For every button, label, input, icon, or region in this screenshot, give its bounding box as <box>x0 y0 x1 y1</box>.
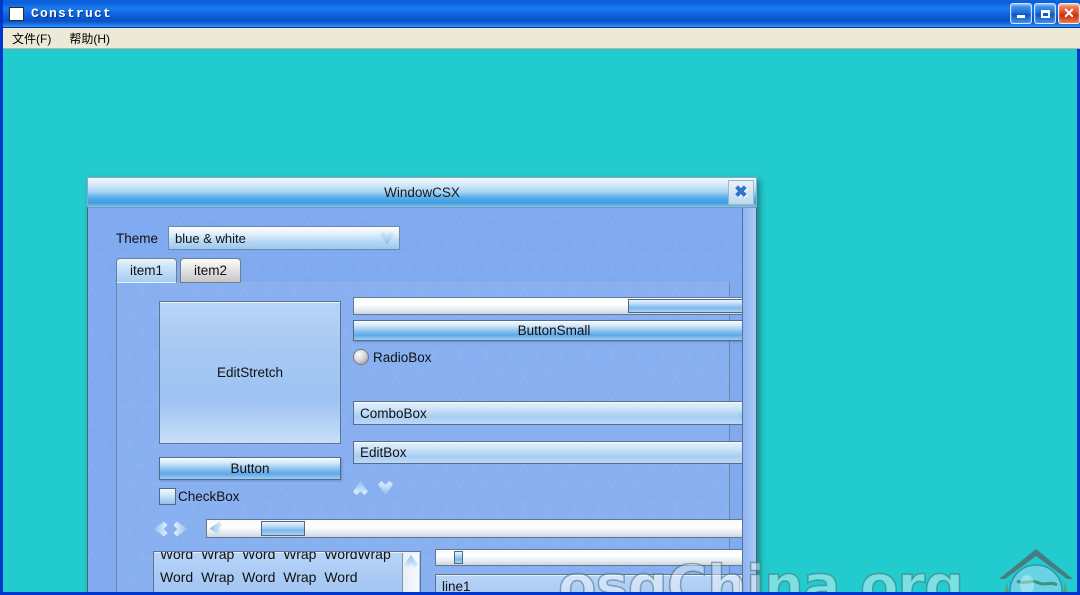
menu-item-help[interactable]: 帮助(H) <box>60 28 119 49</box>
checkbox-row[interactable]: CheckBox <box>159 488 240 505</box>
button-small[interactable]: ButtonSmall <box>353 320 755 341</box>
listbox[interactable]: line1 line2 line3 <box>435 574 756 592</box>
wordwrap-vertical-scrollbar[interactable] <box>402 553 419 592</box>
chevron-down-icon[interactable] <box>378 481 393 495</box>
top-scrollbar[interactable] <box>353 297 755 315</box>
wordwrap-textarea[interactable]: Word Wrap Word Wrap WordWrap Word Wrap W… <box>153 551 421 592</box>
title-bar: Construct ✕ <box>3 0 1080 28</box>
checkbox-box-icon[interactable] <box>159 488 176 505</box>
maximize-icon <box>1040 9 1050 18</box>
menu-item-file[interactable]: 文件(F) <box>3 28 60 49</box>
app-title: Construct <box>31 6 113 21</box>
tab-item2[interactable]: item2 <box>180 258 242 283</box>
checkbox-label: CheckBox <box>178 489 240 504</box>
button[interactable]: Button <box>159 457 341 480</box>
horizontal-scrollbar-thumb[interactable] <box>261 521 305 536</box>
menu-bar: 文件(F) 帮助(H) <box>3 28 1080 49</box>
list-slider-thumb[interactable] <box>454 551 463 564</box>
theme-combobox-value: blue & white <box>175 230 246 246</box>
radio-circle-icon[interactable] <box>353 349 369 365</box>
client-area: WindowCSX ✖ Theme blue & white item1 ite… <box>3 49 1077 592</box>
dialog-right-scrollbar[interactable] <box>742 208 756 592</box>
scroll-left-icon[interactable] <box>210 522 223 536</box>
edit-stretch-field[interactable]: EditStretch <box>159 301 341 444</box>
list-item[interactable]: line1 <box>436 575 756 592</box>
button-small-label: ButtonSmall <box>517 323 591 338</box>
combobox[interactable]: ComboBox <box>353 401 755 425</box>
editbox-value: EditBox <box>360 445 407 460</box>
minimize-button[interactable] <box>1010 3 1032 24</box>
close-icon: ✕ <box>1063 5 1075 21</box>
maximize-button[interactable] <box>1034 3 1056 24</box>
theme-row: Theme blue & white <box>116 226 401 250</box>
spinner-arrows <box>353 481 393 495</box>
dialog-close-button[interactable]: ✖ <box>728 180 754 205</box>
editbox[interactable]: EditBox <box>353 441 755 464</box>
tab-strip: item1 item2 <box>116 258 244 283</box>
slider-arrow-group <box>153 522 188 536</box>
chevron-up-icon[interactable] <box>353 481 368 495</box>
radiobox-label: RadioBox <box>373 349 432 365</box>
application-window: Construct ✕ 文件(F) 帮助(H) WindowCSX ✖ Them… <box>0 0 1080 595</box>
close-button[interactable]: ✕ <box>1058 3 1080 24</box>
windowcsx-dialog: WindowCSX ✖ Theme blue & white item1 ite… <box>87 177 757 592</box>
dialog-close-icon: ✖ <box>734 183 748 201</box>
slider-row <box>153 519 756 538</box>
dialog-title: WindowCSX <box>384 185 460 200</box>
top-scrollbar-thumb[interactable] <box>628 299 752 313</box>
edit-stretch-text: EditStretch <box>216 365 284 380</box>
list-slider[interactable] <box>435 549 756 566</box>
chevron-right-icon[interactable] <box>174 521 188 536</box>
wordwrap-text: Word Wrap Word Wrap WordWrap Word Wrap W… <box>160 551 391 585</box>
window-controls: ✕ <box>1010 3 1080 24</box>
app-icon <box>9 6 24 21</box>
minimize-icon <box>1017 15 1025 18</box>
tab-item1[interactable]: item1 <box>116 258 178 283</box>
chevron-left-icon[interactable] <box>154 521 168 536</box>
dialog-body: Theme blue & white item1 item2 EditStret <box>87 207 757 592</box>
combobox-value: ComboBox <box>360 405 427 421</box>
dialog-title-bar[interactable]: WindowCSX ✖ <box>87 177 757 207</box>
scroll-up-icon[interactable] <box>404 555 418 568</box>
theme-combobox[interactable]: blue & white <box>168 226 401 250</box>
button-label: Button <box>230 461 270 476</box>
horizontal-scrollbar[interactable] <box>206 519 756 538</box>
theme-label: Theme <box>116 230 159 246</box>
chevron-down-icon <box>380 231 395 245</box>
tab-panel: EditStretch Button CheckBox ButtonSmall … <box>116 282 756 592</box>
radiobox-row[interactable]: RadioBox <box>353 349 432 365</box>
globe-house-logo <box>999 549 1073 592</box>
